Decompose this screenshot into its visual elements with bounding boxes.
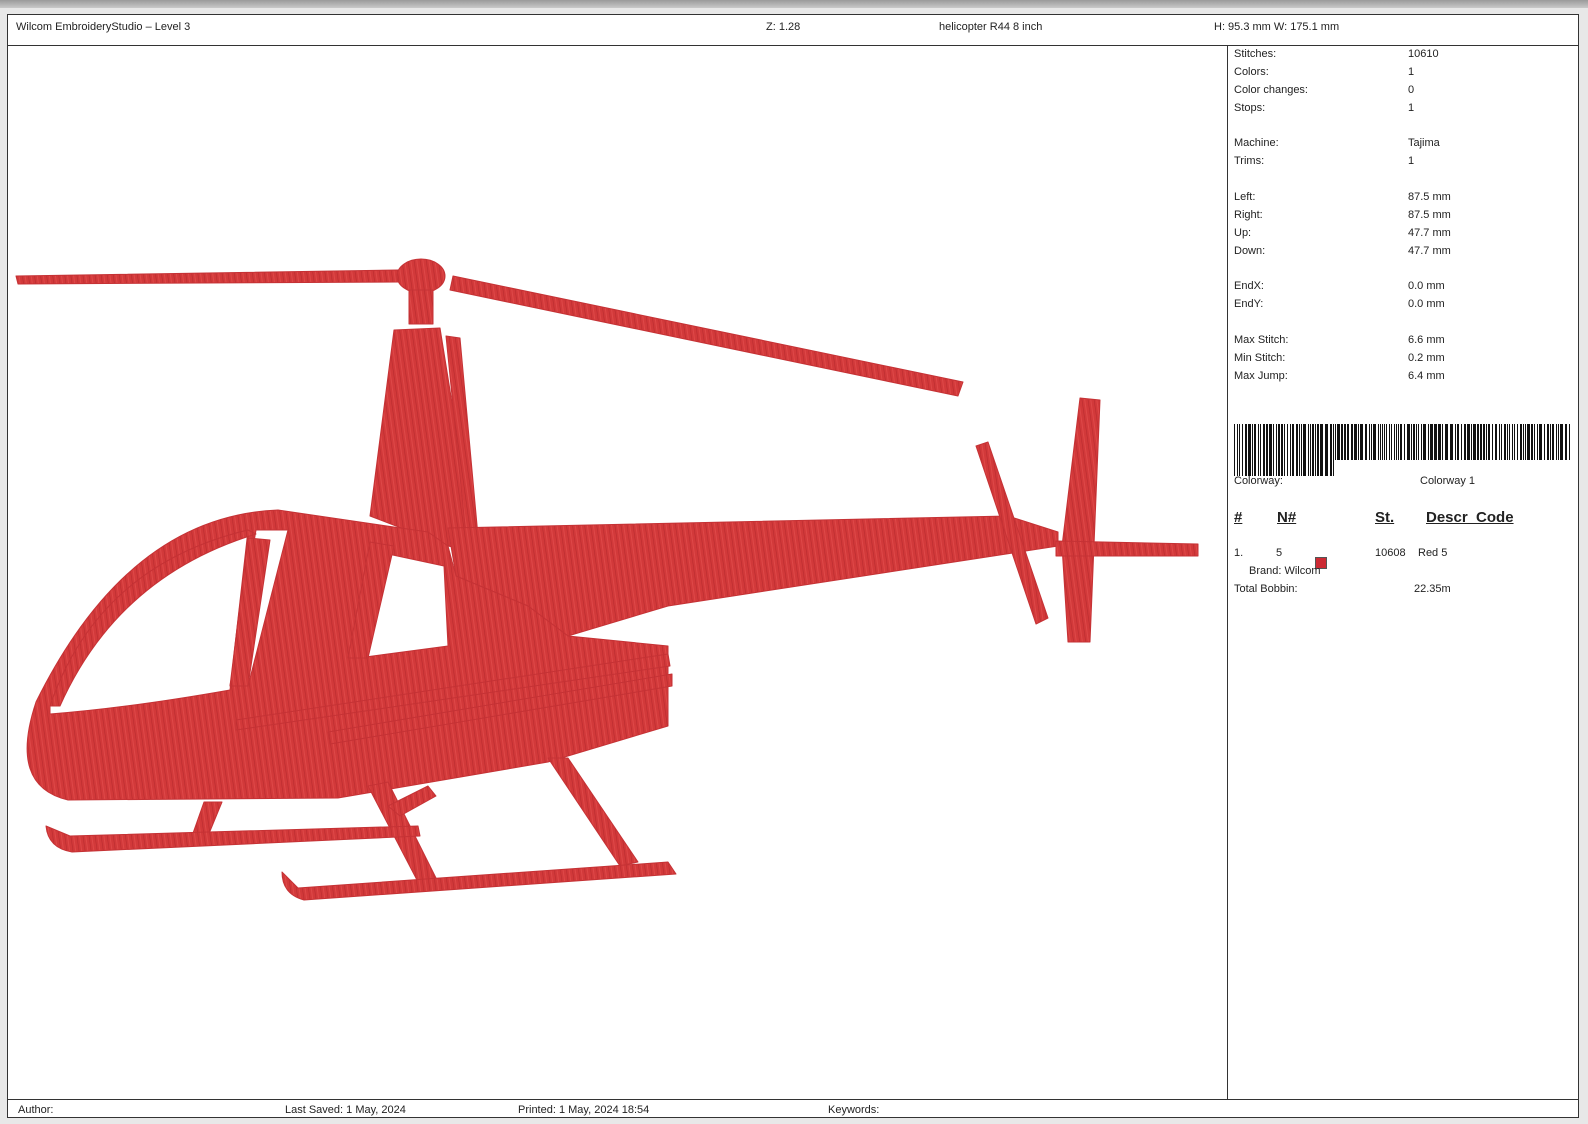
sheet-footer: Author: Last Saved: 1 May, 2024 Printed:… xyxy=(8,1099,1578,1119)
color-row-brand: Brand: Wilcom xyxy=(1249,565,1321,577)
barcode-image xyxy=(1234,424,1570,476)
zoom-level: Z: 1.28 xyxy=(766,21,801,33)
stat-color-changes: Color changes: 0 xyxy=(1234,84,1564,101)
stat-up: Up: 47.7 mm xyxy=(1234,227,1564,244)
color-table-header-num: # xyxy=(1234,509,1243,526)
stat-value: 0.0 mm xyxy=(1408,298,1445,310)
print-preview-sheet: Wilcom EmbroideryStudio – Level 3 Z: 1.2… xyxy=(7,14,1579,1118)
stat-value: 87.5 mm xyxy=(1408,191,1451,203)
stat-min-stitch: Min Stitch: 0.2 mm xyxy=(1234,352,1564,369)
stat-colors: Colors: 1 xyxy=(1234,66,1564,83)
total-bobbin-row: Total Bobbin: 22.35m xyxy=(1234,583,1564,600)
stat-label: Max Jump: xyxy=(1234,370,1288,382)
stat-endy: EndY: 0.0 mm xyxy=(1234,298,1564,315)
stat-label: Right: xyxy=(1234,209,1263,221)
stat-value: 0.2 mm xyxy=(1408,352,1445,364)
stat-value: 1 xyxy=(1408,66,1415,78)
design-dimensions: H: 95.3 mm W: 175.1 mm xyxy=(1214,21,1340,33)
stat-label: Stitches: xyxy=(1234,48,1277,60)
color-table-header-descr: Descr_Code xyxy=(1426,509,1514,526)
footer-author: Author: xyxy=(18,1104,54,1116)
stat-label: Max Stitch: xyxy=(1234,334,1289,346)
stat-endx: EndX: 0.0 mm xyxy=(1234,280,1564,297)
stat-label: EndY: xyxy=(1234,298,1264,310)
footer-printed: Printed: 1 May, 2024 18:54 xyxy=(518,1104,650,1116)
stat-value: 1 xyxy=(1408,155,1415,167)
color-table-header-needle: N# xyxy=(1277,509,1297,526)
design-name: helicopter R44 8 inch xyxy=(939,21,1043,33)
stat-down: Down: 47.7 mm xyxy=(1234,245,1564,262)
stat-max-jump: Max Jump: 6.4 mm xyxy=(1234,370,1564,387)
color-row-num: 1. xyxy=(1234,547,1244,559)
stat-label: Trims: xyxy=(1234,155,1265,167)
stat-label: Up: xyxy=(1234,227,1252,239)
design-info-panel: Stitches: 10610 Colors: 1 Color changes:… xyxy=(1227,46,1578,1099)
stat-label: Stops: xyxy=(1234,102,1266,114)
stat-value: 10610 xyxy=(1408,48,1439,60)
color-row-stitches: 10608 xyxy=(1375,547,1406,559)
footer-last-saved: Last Saved: 1 May, 2024 xyxy=(285,1104,406,1116)
color-row-needle: 5 xyxy=(1276,547,1283,559)
color-table-header-stitches: St. xyxy=(1375,509,1395,526)
stat-machine: Machine: Tajima xyxy=(1234,137,1564,154)
stat-label: Machine: xyxy=(1234,137,1279,149)
colorway-value: Colorway 1 xyxy=(1420,475,1476,487)
app-title: Wilcom EmbroideryStudio – Level 3 xyxy=(16,21,191,33)
stat-value: Tajima xyxy=(1408,137,1440,149)
stat-value: 0.0 mm xyxy=(1408,280,1445,292)
stat-label: Min Stitch: xyxy=(1234,352,1286,364)
stat-label: Color changes: xyxy=(1234,84,1308,96)
stat-stops: Stops: 1 xyxy=(1234,102,1564,119)
helicopter-design-image xyxy=(15,258,1199,901)
stat-value: 87.5 mm xyxy=(1408,209,1451,221)
stat-value: 47.7 mm xyxy=(1408,227,1451,239)
stat-value: 47.7 mm xyxy=(1408,245,1451,257)
design-canvas xyxy=(8,46,1227,1099)
sheet-header: Wilcom EmbroideryStudio – Level 3 Z: 1.2… xyxy=(8,15,1578,46)
stat-label: EndX: xyxy=(1234,280,1264,292)
stat-max-stitch: Max Stitch: 6.6 mm xyxy=(1234,334,1564,351)
total-bobbin-value: 22.35m xyxy=(1414,583,1451,595)
stat-trims: Trims: 1 xyxy=(1234,155,1564,172)
color-row-descr: Red 5 xyxy=(1418,547,1448,559)
stat-value: 1 xyxy=(1408,102,1415,114)
stat-left: Left: 87.5 mm xyxy=(1234,191,1564,208)
stat-label: Colors: xyxy=(1234,66,1269,78)
window-top-bar xyxy=(0,0,1588,8)
stat-value: 0 xyxy=(1408,84,1415,96)
stat-value: 6.6 mm xyxy=(1408,334,1445,346)
colorway-row: Colorway: Colorway 1 xyxy=(1234,475,1564,492)
stat-label: Left: xyxy=(1234,191,1256,203)
total-bobbin-label: Total Bobbin: xyxy=(1234,583,1298,595)
footer-keywords: Keywords: xyxy=(828,1104,880,1116)
stat-right: Right: 87.5 mm xyxy=(1234,209,1564,226)
stat-label: Down: xyxy=(1234,245,1266,257)
colorway-label: Colorway: xyxy=(1234,475,1283,487)
stat-value: 6.4 mm xyxy=(1408,370,1445,382)
stat-stitches: Stitches: 10610 xyxy=(1234,48,1564,65)
